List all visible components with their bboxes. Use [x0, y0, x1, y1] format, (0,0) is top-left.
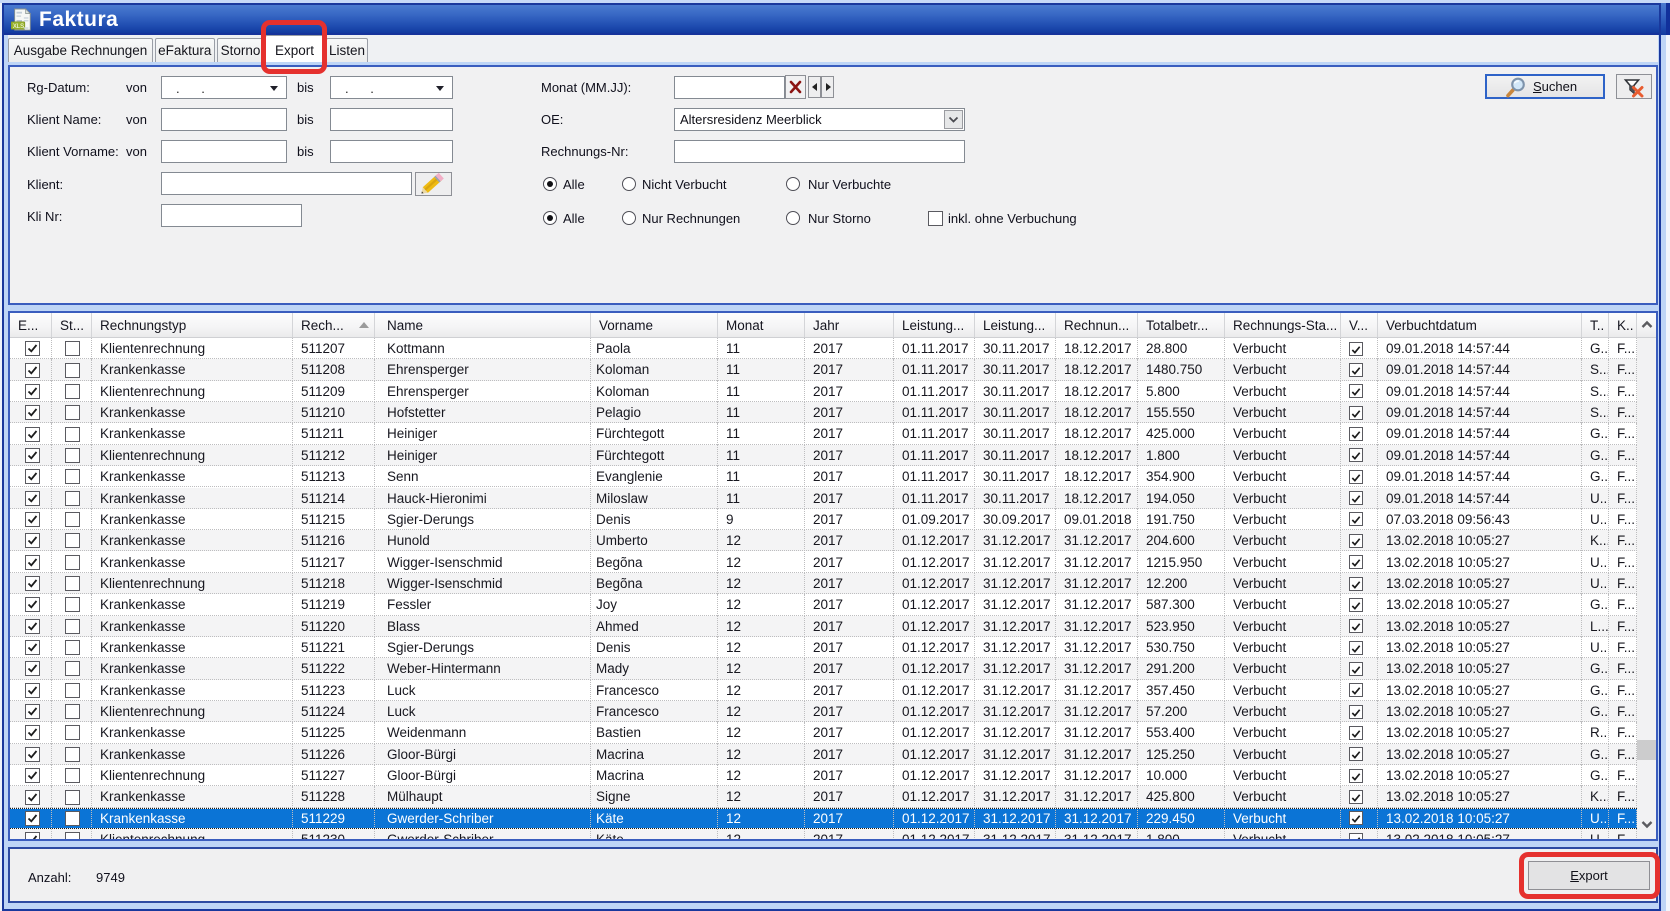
svg-text:XLS: XLS: [13, 24, 24, 30]
